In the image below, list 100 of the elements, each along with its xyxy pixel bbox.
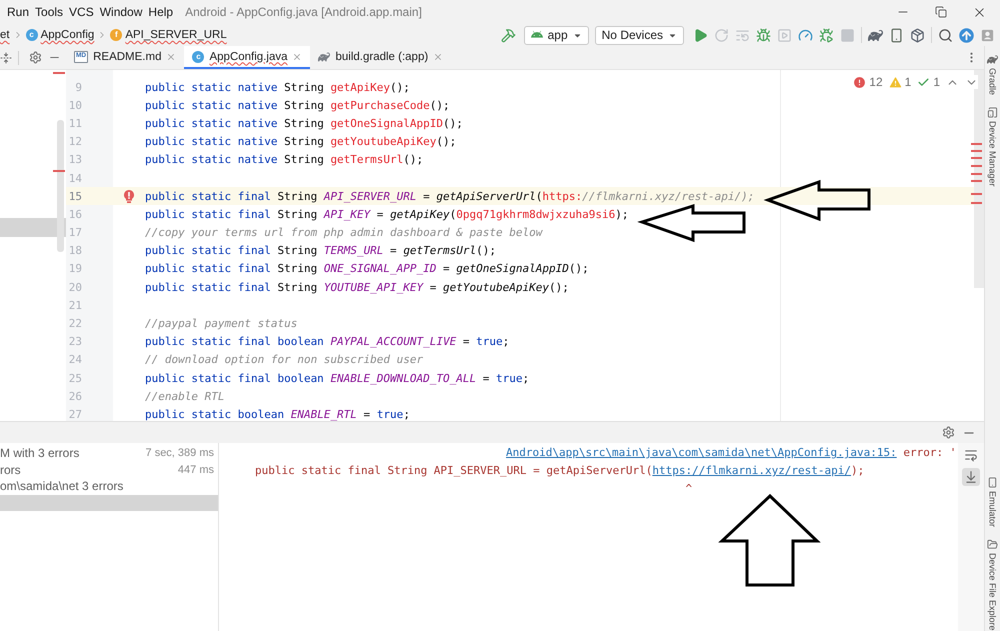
bug-icon[interactable] <box>756 28 771 42</box>
code-line: public static final String API_SERVER_URL = getApiServerUrl(https://flmkarni.xyz/rest-api/); <box>145 190 754 203</box>
code-line: // download option for non subscribed user <box>145 353 424 366</box>
duration-text: 447 ms <box>178 464 214 476</box>
settings-icon[interactable] <box>942 426 955 439</box>
line-number: 22 <box>68 317 83 330</box>
scrollbar-thumb[interactable] <box>57 120 64 252</box>
code-line: public static boolean ENABLE_RTL = true; <box>145 408 410 421</box>
typo-count[interactable]: 1 <box>917 75 940 89</box>
scrollbar-thumb[interactable] <box>974 70 984 288</box>
line-number: 24 <box>68 353 83 366</box>
lightbulb-icon[interactable] <box>124 190 134 203</box>
error-stripe <box>971 202 982 204</box>
collapse-icon[interactable] <box>0 52 12 64</box>
window-title: Android - AppConfig.java [Android.app.main] <box>185 5 422 19</box>
tool-window-button[interactable]: Emulator <box>987 477 998 528</box>
code-line: public static final boolean ENABLE_DOWNLOAD_TO_ALL = true; <box>145 372 530 385</box>
package-icon[interactable] <box>910 28 925 42</box>
devices-icon <box>987 107 998 118</box>
code-line: public static final String YOUTUBE_API_KEY = getYoutubeApiKey(); <box>145 280 569 294</box>
code-line: public static final String ONE_SIGNAL_APP_ID = getOneSignalAppID(); <box>145 262 589 276</box>
menu-item[interactable]: Tools <box>32 4 66 20</box>
menu-item[interactable]: Run <box>4 4 32 20</box>
line-number: 11 <box>68 116 83 130</box>
file-link[interactable]: Android\app\src\main\java\com\samida\net\AppConfig.java:15: <box>506 444 897 462</box>
menu-item[interactable]: Help <box>145 4 176 20</box>
duration-text: 7 sec, 389 ms <box>146 447 214 460</box>
user-icon[interactable] <box>980 28 995 42</box>
warning-icon <box>888 76 902 88</box>
line-number: 13 <box>68 153 83 166</box>
search-icon[interactable] <box>938 28 953 42</box>
class-icon: c <box>192 50 204 62</box>
line-number: 21 <box>68 298 83 312</box>
line-number: 15 <box>68 190 83 203</box>
tool-window-button[interactable]: Device Manager <box>987 107 998 187</box>
breadcrumb[interactable]: f API_SERVER_URL <box>110 29 227 41</box>
phone-icon[interactable] <box>889 28 904 42</box>
code-line: public static native String getOneSignalAppID(); <box>145 116 463 130</box>
line-number: 18 <box>68 244 83 258</box>
code-line: public static final String API_KEY = getApiKey(0pgq71gkhrm8dwjxzuha9si6); <box>145 208 628 221</box>
url-link[interactable]: https://flmkarni.xyz/rest-api/ <box>652 464 852 477</box>
tool-window-button[interactable]: Device File Explore <box>987 539 998 631</box>
menu-item[interactable]: VCS <box>66 4 97 20</box>
settings-icon[interactable] <box>29 51 42 64</box>
console-line: public static final String API_SERVER_URL = getApiServerUrl(https://flmkarni.xyz/rest-api/); <box>255 463 864 479</box>
restore-icon[interactable] <box>935 6 947 18</box>
error-stripe <box>971 165 982 167</box>
code-line: public static native String getPurchaseCode(); <box>145 98 450 112</box>
line-number: 17 <box>68 226 83 240</box>
line-number: 27 <box>68 408 83 421</box>
code-line: public static native String getYoutubeApiKey(); <box>145 135 456 148</box>
elephant-icon[interactable] <box>868 28 883 42</box>
scroll-to-end-icon[interactable] <box>962 468 980 486</box>
error-count[interactable]: 12 <box>853 75 883 89</box>
breadcrumb[interactable]: et <box>0 29 10 41</box>
line-number: 19 <box>68 262 83 276</box>
line-number: 26 <box>68 390 83 403</box>
gauge-icon[interactable] <box>798 28 813 42</box>
error-stripe <box>971 193 982 195</box>
error-stripe <box>971 150 982 152</box>
check-icon <box>917 76 930 88</box>
breadcrumb[interactable]: c AppConfig <box>26 29 94 41</box>
error-stripe <box>53 170 65 172</box>
tree-item[interactable]: rors <box>0 462 21 477</box>
editor-tab[interactable]: build.gradle (:app) <box>310 46 452 69</box>
tree-item[interactable]: om\samida\net 3 errors <box>0 479 124 494</box>
code-line: //enable RTL <box>145 390 224 403</box>
error-message: error: ' <box>903 445 956 461</box>
device-dropdown[interactable]: No Devices <box>594 26 684 44</box>
hammer-icon[interactable] <box>501 28 516 42</box>
field-icon: f <box>110 29 122 41</box>
tool-window-button[interactable]: Gradle <box>987 54 998 96</box>
menu-item[interactable]: Window <box>96 4 146 20</box>
error-icon <box>853 76 866 88</box>
code-line: //paypal payment status <box>145 317 298 330</box>
class-icon: c <box>26 29 38 41</box>
play-icon[interactable] <box>693 28 708 42</box>
bug-play-icon[interactable] <box>819 28 834 42</box>
error-stripe <box>971 157 982 159</box>
code-line: public static final boolean PAYPAL_ACCOUNT_LIVE = true; <box>145 335 510 348</box>
code-line: public static native String getApiKey(); <box>145 80 410 94</box>
code-line: public static native String getTermsUrl(); <box>145 153 424 166</box>
caret-marker: ^ <box>685 481 692 497</box>
module-dropdown[interactable]: app <box>524 26 589 44</box>
line-number: 25 <box>68 372 83 385</box>
line-number: 23 <box>68 335 83 348</box>
editor-tab[interactable]: c AppConfig.java <box>184 46 310 69</box>
line-number: 20 <box>68 280 83 294</box>
error-stripe <box>971 180 982 182</box>
line-number: 16 <box>68 208 83 221</box>
folder-icon <box>987 539 998 550</box>
line-number: 14 <box>68 172 83 185</box>
code-line: //copy your terms url from php admin dashboard & paste below <box>145 226 542 240</box>
error-stripe <box>53 72 65 74</box>
elephant-icon <box>318 50 330 62</box>
phone-icon <box>987 477 998 488</box>
tree-item[interactable]: M with 3 errors <box>0 446 80 460</box>
warning-count[interactable]: 1 <box>888 75 912 89</box>
elephant-icon <box>987 54 998 65</box>
line-number: 10 <box>68 98 83 112</box>
